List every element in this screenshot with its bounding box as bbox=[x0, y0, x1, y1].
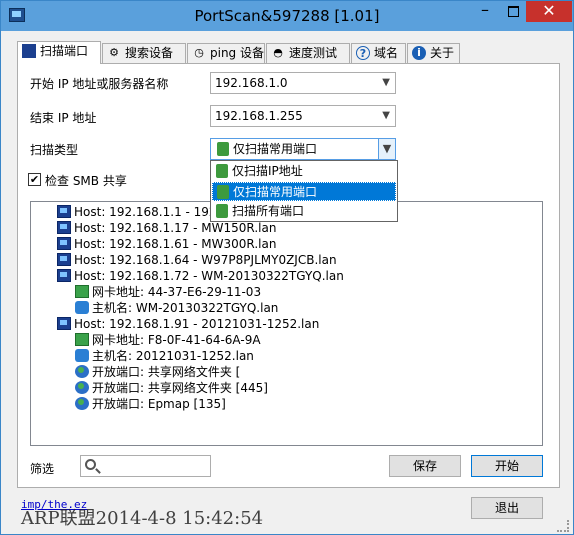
tab-label: ping 设备 bbox=[210, 46, 264, 60]
computer-icon bbox=[57, 269, 71, 282]
smb-checkbox[interactable]: ✔ bbox=[28, 173, 41, 186]
end-ip-combo[interactable]: 192.168.1.255 ▼ bbox=[210, 105, 396, 127]
network-card-icon bbox=[75, 333, 89, 346]
tab-label: 速度测试 bbox=[289, 46, 338, 60]
tree-row[interactable]: Host: 192.168.1.72 - WM-20130322TGYQ.lan bbox=[57, 268, 344, 284]
scan-icon bbox=[217, 185, 229, 199]
tree-row-text: Host: 192.168.1.64 - W97P8PJLMY0ZJCB.lan bbox=[74, 253, 337, 267]
minimize-button[interactable]: – bbox=[471, 1, 499, 22]
tree-row-text: 开放端口: Epmap [135] bbox=[92, 397, 226, 411]
tree-row[interactable]: Host: 192.168.1.61 - MW300R.lan bbox=[57, 236, 277, 252]
computer-icon bbox=[57, 253, 71, 266]
filter-input[interactable] bbox=[80, 455, 211, 477]
tree-row-text: Host: 192.168.1.72 - WM-20130322TGYQ.lan bbox=[74, 269, 344, 283]
tab-about[interactable]: i 关于 bbox=[407, 43, 460, 63]
tree-row[interactable]: Host: 192.168.1.17 - MW150R.lan bbox=[57, 220, 277, 236]
tree-row-text: Host: 192.168.1.61 - MW300R.lan bbox=[74, 237, 277, 251]
tree-row[interactable]: 网卡地址: F8-0F-41-64-6A-9A bbox=[75, 332, 261, 348]
chevron-down-icon[interactable]: ▼ bbox=[378, 139, 395, 159]
tree-row[interactable]: 开放端口: 共享网络文件夹 [ bbox=[75, 364, 241, 380]
tree-row-text: 网卡地址: F8-0F-41-64-6A-9A bbox=[92, 333, 261, 347]
scan-icon bbox=[216, 164, 228, 178]
scan-type-option-common-ports[interactable]: 仅扫描常用端口 bbox=[212, 182, 396, 201]
computer-icon bbox=[57, 221, 71, 234]
start-ip-combo[interactable]: 192.168.1.0 ▼ bbox=[210, 72, 396, 94]
hostname-icon bbox=[75, 349, 89, 362]
tab-speed-test[interactable]: ◓ 速度测试 bbox=[266, 43, 350, 63]
maximize-button[interactable] bbox=[499, 1, 526, 22]
tab-label: 域名 bbox=[374, 46, 399, 60]
tree-row-text: 主机名: 20121031-1252.lan bbox=[92, 349, 254, 363]
scan-icon bbox=[216, 204, 228, 218]
filter-label: 筛选 bbox=[30, 462, 55, 476]
tab-label: 搜索设备 bbox=[125, 46, 174, 60]
globe-icon bbox=[75, 381, 89, 394]
globe-icon bbox=[75, 397, 89, 410]
save-button[interactable]: 保存 bbox=[389, 455, 461, 477]
chevron-down-icon[interactable]: ▼ bbox=[382, 73, 390, 93]
computer-icon bbox=[57, 237, 71, 250]
tree-row[interactable]: Host: 192.168.1.91 - 20121031-1252.lan bbox=[57, 316, 320, 332]
watermark-text: ARP联盟2014-4-8 15:42:54 bbox=[21, 508, 264, 529]
tab-search-devices[interactable]: ⚙ 搜索设备 bbox=[102, 43, 186, 63]
scan-type-dropdown: 仅扫描IP地址 仅扫描常用端口 扫描所有端口 bbox=[210, 160, 398, 222]
option-label: 仅扫描IP地址 bbox=[232, 164, 303, 178]
end-ip-label: 结束 IP 地址 bbox=[30, 111, 97, 125]
scan-type-label: 扫描类型 bbox=[30, 143, 79, 157]
scan-icon bbox=[217, 142, 229, 156]
computer-icon bbox=[57, 205, 71, 218]
tab-ping[interactable]: ◷ ping 设备 bbox=[187, 43, 265, 63]
search-icon bbox=[85, 459, 96, 470]
computer-icon bbox=[57, 317, 71, 330]
scan-type-option-all-ports[interactable]: 扫描所有端口 bbox=[212, 202, 396, 221]
start-ip-value: 192.168.1.0 bbox=[215, 76, 288, 90]
tree-row[interactable]: 主机名: WM-20130322TGYQ.lan bbox=[75, 300, 279, 316]
scan-type-value: 仅扫描常用端口 bbox=[233, 142, 318, 156]
smb-label: 检查 SMB 共享 bbox=[45, 174, 127, 188]
app-window: PortScan&597288 [1.01] – ✕ 扫描端口 ⚙ 搜索设备 ◷… bbox=[0, 0, 574, 535]
tree-row[interactable]: 开放端口: Epmap [135] bbox=[75, 396, 226, 412]
option-label: 扫描所有端口 bbox=[232, 204, 305, 218]
resize-grip[interactable] bbox=[557, 520, 569, 532]
end-ip-value: 192.168.1.255 bbox=[215, 109, 303, 123]
tab-scan-ports[interactable]: 扫描端口 bbox=[17, 41, 101, 64]
tree-row[interactable]: 主机名: 20121031-1252.lan bbox=[75, 348, 254, 364]
help-icon: ? bbox=[356, 46, 370, 60]
hostname-icon bbox=[75, 301, 89, 314]
globe-icon bbox=[75, 365, 89, 378]
title-bar[interactable]: PortScan&597288 [1.01] – ✕ bbox=[1, 1, 573, 31]
tree-row-text: 网卡地址: 44-37-E6-29-11-03 bbox=[92, 285, 262, 299]
results-tree[interactable]: Host: 192.168.1.1 - 192.168. Host: 192.1… bbox=[30, 201, 543, 446]
ping-icon: ◷ bbox=[194, 46, 204, 59]
tree-row[interactable]: 开放端口: 共享网络文件夹 [445] bbox=[75, 380, 268, 396]
tree-row[interactable]: Host: 192.168.1.64 - W97P8PJLMY0ZJCB.lan bbox=[57, 252, 337, 268]
scan-type-select[interactable]: 仅扫描常用端口 ▼ bbox=[210, 138, 396, 160]
search-devices-icon: ⚙ bbox=[109, 46, 119, 59]
scan-type-option-ip-only[interactable]: 仅扫描IP地址 bbox=[212, 162, 396, 181]
network-card-icon bbox=[75, 285, 89, 298]
tab-label: 扫描端口 bbox=[40, 44, 89, 58]
close-button[interactable]: ✕ bbox=[526, 1, 572, 22]
speedometer-icon: ◓ bbox=[273, 46, 283, 59]
computer-icon bbox=[22, 44, 36, 58]
tree-row-text: 开放端口: 共享网络文件夹 [ bbox=[92, 365, 241, 379]
chevron-down-icon[interactable]: ▼ bbox=[382, 106, 390, 126]
option-label: 仅扫描常用端口 bbox=[233, 185, 318, 199]
tree-row-text: 主机名: WM-20130322TGYQ.lan bbox=[92, 301, 279, 315]
start-button[interactable]: 开始 bbox=[471, 455, 543, 477]
exit-button[interactable]: 退出 bbox=[471, 497, 543, 519]
tab-label: 关于 bbox=[430, 46, 455, 60]
tab-domain[interactable]: ? 域名 bbox=[351, 43, 406, 63]
start-ip-label: 开始 IP 地址或服务器名称 bbox=[30, 77, 169, 91]
tree-row[interactable]: 网卡地址: 44-37-E6-29-11-03 bbox=[75, 284, 262, 300]
tree-row-text: Host: 192.168.1.91 - 20121031-1252.lan bbox=[74, 317, 320, 331]
tree-row-text: 开放端口: 共享网络文件夹 [445] bbox=[92, 381, 268, 395]
info-icon: i bbox=[412, 46, 426, 60]
tree-row-text: Host: 192.168.1.17 - MW150R.lan bbox=[74, 221, 277, 235]
